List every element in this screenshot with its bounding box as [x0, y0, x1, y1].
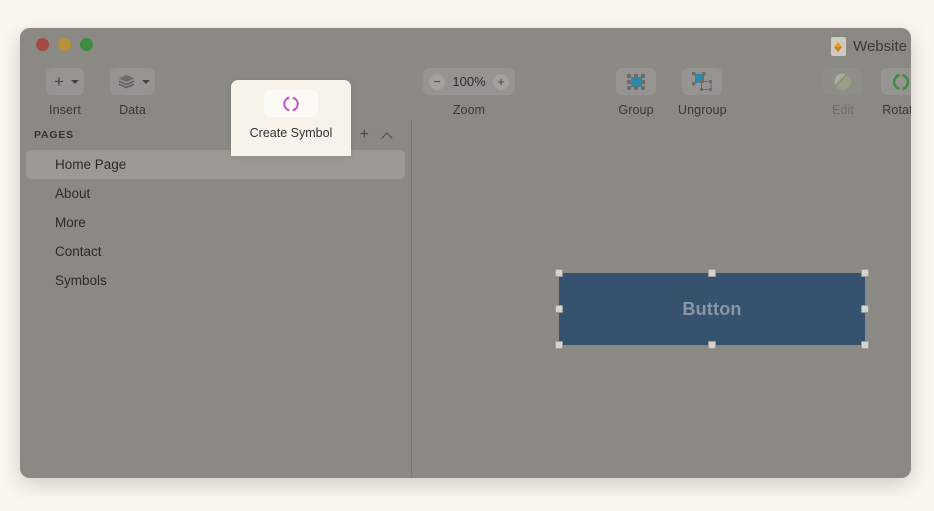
pages-header: PAGES + — [20, 120, 411, 150]
edit-label: Edit — [832, 103, 854, 117]
sketch-document-icon — [831, 37, 847, 56]
shape-button-label: Button — [682, 298, 742, 319]
toolbar-group-edit[interactable]: Edit — [823, 68, 863, 117]
group-label: Group — [618, 103, 654, 117]
zoom-out-button[interactable]: − — [429, 73, 445, 90]
selection-handle-top-right[interactable] — [861, 269, 869, 277]
chevron-down-icon[interactable] — [142, 79, 150, 84]
plus-icon: + — [54, 72, 64, 91]
ungroup-icon — [690, 71, 714, 93]
layers-stack-icon — [118, 74, 135, 89]
create-symbol-icon — [281, 94, 301, 114]
chevron-up-icon[interactable] — [382, 130, 393, 141]
create-symbol-label: Create Symbol — [249, 126, 333, 140]
selection-handle-bottom-right[interactable] — [861, 341, 869, 349]
add-page-button[interactable]: + — [360, 127, 369, 143]
zoom-in-button[interactable]: + — [493, 73, 509, 90]
rotate-copies-icon — [890, 71, 911, 93]
toolbar-group-rotate[interactable]: Rotate — [881, 68, 911, 117]
sidebar-item-symbols[interactable]: Symbols — [26, 266, 405, 295]
sidebar-item-contact[interactable]: Contact — [26, 237, 405, 266]
edit-button[interactable] — [823, 68, 863, 95]
rotate-button[interactable] — [881, 68, 911, 95]
selection-handle-bottom-center[interactable] — [708, 341, 716, 349]
page-item-label: More — [55, 215, 86, 230]
window-title-text: Website — [853, 38, 907, 55]
shape-button[interactable]: Button — [559, 273, 865, 345]
chevron-down-icon[interactable] — [70, 79, 79, 84]
create-symbol-popover[interactable]: Create Symbol — [231, 80, 351, 156]
maximize-window-button[interactable] — [80, 38, 93, 51]
ungroup-label: Ungroup — [678, 103, 727, 117]
data-label: Data — [119, 103, 146, 117]
toolbar: Website + Insert Data − 100% + Zoom Grou… — [20, 28, 911, 156]
zoom-level-value: 100% — [452, 74, 486, 89]
page-item-label: Contact — [55, 244, 102, 259]
insert-button[interactable]: + — [46, 68, 84, 95]
insert-label: Insert — [49, 103, 81, 117]
canvas[interactable]: Button — [412, 120, 911, 478]
data-button[interactable] — [110, 68, 155, 95]
selection-handle-top-center[interactable] — [708, 269, 716, 277]
page-item-label: Symbols — [55, 273, 107, 288]
close-window-button[interactable] — [36, 38, 49, 51]
selection-handle-top-left[interactable] — [555, 269, 563, 277]
group-icon — [624, 71, 648, 93]
app-window: Website + Insert Data − 100% + Zoom Grou… — [20, 28, 911, 478]
minimize-window-button[interactable] — [58, 38, 71, 51]
selection-handle-bottom-left[interactable] — [555, 341, 563, 349]
selection-handle-middle-right[interactable] — [861, 305, 869, 313]
toolbar-group-group[interactable]: Group — [616, 68, 656, 117]
group-button[interactable] — [616, 68, 656, 95]
pages-sidebar: PAGES + Home Page About More Contact Sym… — [20, 120, 412, 478]
create-symbol-button[interactable] — [264, 90, 318, 117]
edit-shape-icon — [832, 71, 854, 93]
rotate-label: Rotate — [882, 103, 911, 117]
main-content: PAGES + Home Page About More Contact Sym… — [20, 120, 911, 478]
toolbar-group-insert[interactable]: + Insert — [46, 68, 84, 117]
toolbar-group-zoom[interactable]: − 100% + Zoom — [423, 68, 515, 117]
selection-handle-middle-left[interactable] — [555, 305, 563, 313]
zoom-stepper[interactable]: − 100% + — [423, 68, 515, 95]
window-title: Website — [831, 37, 907, 56]
page-item-label: About — [55, 186, 91, 201]
zoom-label: Zoom — [452, 103, 486, 117]
toolbar-group-ungroup[interactable]: Ungroup — [678, 68, 727, 117]
page-item-label: Home Page — [55, 157, 127, 172]
sidebar-item-more[interactable]: More — [26, 208, 405, 237]
toolbar-group-data[interactable]: Data — [110, 68, 155, 117]
sidebar-item-about[interactable]: About — [26, 179, 405, 208]
ungroup-button[interactable] — [682, 68, 723, 95]
window-controls — [36, 38, 93, 51]
